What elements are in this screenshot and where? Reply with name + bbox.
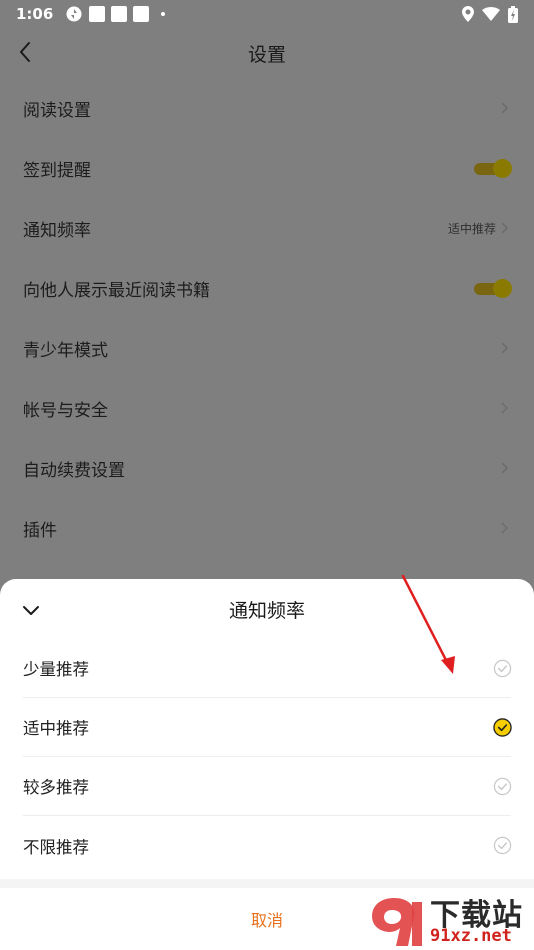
option-high[interactable]: 较多推荐	[23, 757, 512, 816]
chevron-right-icon	[501, 522, 508, 534]
status-time: 1:06	[16, 5, 54, 23]
setting-sign-in-reminder: 签到提醒	[0, 138, 534, 198]
notification-icon	[89, 6, 106, 22]
setting-label: 帐号与安全	[23, 400, 108, 421]
chevron-right-icon	[501, 462, 508, 474]
system-icons	[462, 5, 518, 23]
notification-icons	[65, 5, 166, 23]
battery-icon	[508, 5, 518, 23]
notification-icon	[111, 6, 128, 22]
option-label: 不限推荐	[23, 837, 89, 857]
annotation-arrow-icon	[401, 574, 455, 674]
notification-icon	[133, 6, 150, 22]
setting-auto-renew[interactable]: 自动续费设置	[0, 438, 534, 498]
sheet-divider	[0, 879, 534, 888]
sync-icon	[66, 6, 82, 22]
setting-reading[interactable]: 阅读设置	[0, 78, 534, 138]
option-label: 较多推荐	[23, 778, 89, 797]
page-title: 设置	[247, 43, 286, 66]
show-recent-books-toggle[interactable]	[474, 279, 512, 298]
cancel-button[interactable]: 取消	[251, 907, 283, 931]
setting-plugins[interactable]: 插件	[0, 498, 534, 558]
option-label: 适中推荐	[23, 719, 89, 738]
sign-in-reminder-toggle[interactable]	[474, 159, 512, 178]
top-bar: 设置	[0, 28, 534, 78]
status-bar: 1:06	[0, 0, 534, 28]
site-logo-icon	[372, 898, 422, 946]
chevron-right-icon	[501, 102, 508, 114]
setting-account-security[interactable]: 帐号与安全	[0, 378, 534, 438]
setting-label: 阅读设置	[23, 100, 91, 121]
chevron-right-icon	[501, 402, 508, 414]
chevron-down-icon[interactable]	[20, 599, 42, 621]
option-medium[interactable]: 适中推荐	[23, 698, 512, 757]
setting-teen-mode[interactable]: 青少年模式	[0, 318, 534, 378]
setting-label: 通知频率	[23, 220, 91, 241]
watermark-text-bottom: 91xz.net	[430, 926, 512, 946]
more-notifications-icon	[161, 12, 166, 16]
back-arrow-icon[interactable]	[14, 40, 38, 64]
location-icon	[462, 6, 474, 22]
sheet-title: 通知频率	[228, 599, 305, 622]
setting-value: 适中推荐	[447, 221, 496, 236]
setting-label: 插件	[23, 520, 57, 541]
chevron-right-icon	[501, 222, 508, 234]
settings-list: 阅读设置 签到提醒 通知频率 适中推荐 向他人展示最近阅读书籍 青少年模式 帐号…	[0, 78, 534, 558]
check-circle-selected-icon	[493, 717, 512, 737]
setting-label: 向他人展示最近阅读书籍	[23, 280, 210, 301]
check-circle-icon	[493, 836, 512, 855]
check-circle-icon	[493, 777, 512, 795]
setting-label: 青少年模式	[23, 340, 108, 361]
setting-show-recent-books: 向他人展示最近阅读书籍	[0, 258, 534, 318]
wifi-icon	[482, 7, 500, 21]
setting-notification-frequency[interactable]: 通知频率 适中推荐	[0, 198, 534, 258]
chevron-right-icon	[501, 342, 508, 354]
check-circle-icon	[493, 659, 512, 677]
option-unlimited[interactable]: 不限推荐	[23, 816, 512, 875]
setting-label: 自动续费设置	[23, 460, 125, 481]
setting-label: 签到提醒	[23, 160, 91, 181]
watermark-logo: 下载站 91xz.net	[360, 888, 534, 950]
